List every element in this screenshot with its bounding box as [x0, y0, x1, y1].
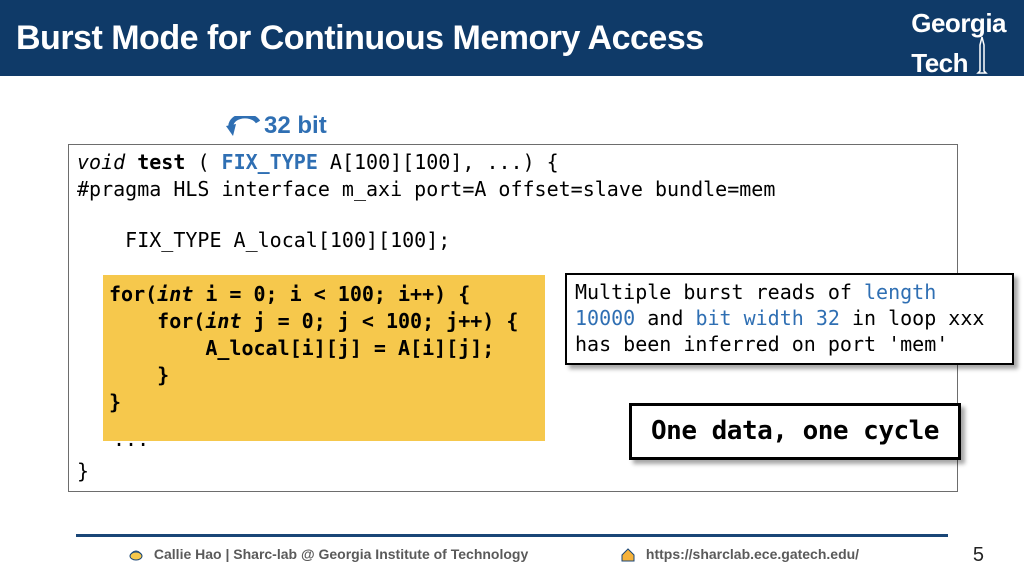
slide-body: 32 bit void test ( FIX_TYPE A[100][100],…	[0, 76, 1024, 530]
bit-width-annotation: 32 bit	[264, 112, 327, 140]
footer-author: Callie Hao | Sharc-lab @ Georgia Institu…	[128, 546, 528, 562]
footer-url: https://sharclab.ece.gatech.edu/	[620, 546, 859, 562]
loop-outer-close: }	[109, 389, 539, 416]
code-blank-line	[77, 203, 949, 227]
code-decl-line: FIX_TYPE A_local[100][100];	[77, 227, 949, 254]
title-bar: Burst Mode for Continuous Memory Access …	[0, 0, 1024, 76]
callout-text: One data, one cycle	[651, 416, 939, 446]
footer-divider	[76, 534, 948, 537]
bee-icon	[128, 548, 144, 562]
tower-icon	[972, 35, 992, 75]
curved-arrow-icon	[222, 116, 264, 140]
code-pragma-line: #pragma HLS interface m_axi port=A offse…	[77, 176, 949, 203]
footer: Callie Hao | Sharc-lab @ Georgia Institu…	[0, 530, 1024, 576]
logo-line1: Georgia	[911, 12, 1006, 35]
code-ellipsis: ...	[113, 426, 149, 453]
compiler-note: Multiple burst reads of length 10000 and…	[565, 273, 1014, 365]
slide-root: Burst Mode for Continuous Memory Access …	[0, 0, 1024, 576]
code-block: void test ( FIX_TYPE A[100][100], ...) {…	[68, 144, 958, 492]
callout-box: One data, one cycle	[629, 403, 961, 460]
code-closing-brace: }	[77, 458, 89, 485]
home-icon	[620, 548, 636, 562]
code-signature-line: void test ( FIX_TYPE A[100][100], ...) {	[77, 149, 949, 176]
loop-outer-for: for(int i = 0; i < 100; i++) {	[109, 281, 539, 308]
logo-line2: Tech	[911, 52, 968, 75]
loop-inner-for: for(int j = 0; j < 100; j++) {	[109, 308, 539, 335]
highlighted-loop: for(int i = 0; i < 100; i++) { for(int j…	[103, 275, 545, 441]
page-number: 5	[973, 544, 984, 567]
georgia-tech-logo: Georgia Tech	[911, 12, 1006, 75]
loop-inner-close: }	[109, 362, 539, 389]
loop-assign: A_local[i][j] = A[i][j];	[109, 335, 539, 362]
slide-title: Burst Mode for Continuous Memory Access	[16, 19, 704, 58]
